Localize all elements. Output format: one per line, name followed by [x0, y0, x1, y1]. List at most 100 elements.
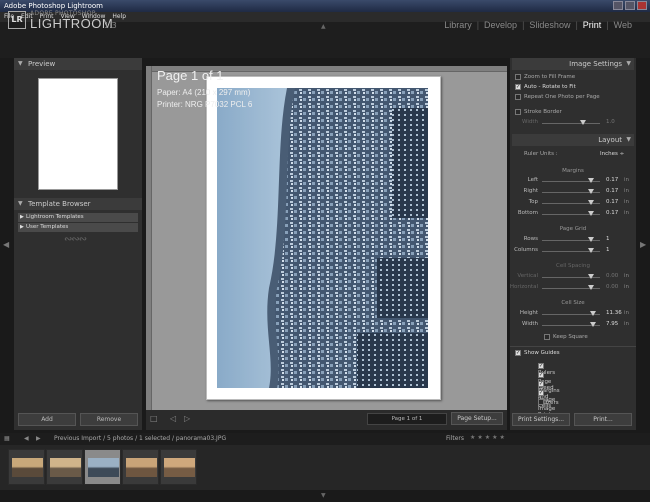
slider-unit: in — [624, 199, 630, 205]
left-panel-toggle-icon[interactable]: ◀ — [3, 240, 9, 249]
slider-unit: in — [624, 310, 630, 316]
module-slideshow[interactable]: Slideshow — [529, 20, 570, 30]
bottom-panel-toggle-icon[interactable]: ▼ — [321, 492, 326, 499]
slider-knob[interactable] — [588, 178, 594, 183]
next-page-icon[interactable]: ▷ — [184, 414, 190, 423]
slider-unit: in — [624, 284, 630, 290]
minimize-button[interactable] — [613, 1, 623, 10]
maximize-button[interactable] — [625, 1, 635, 10]
top-panel-toggle-icon[interactable]: ▲ — [321, 23, 326, 30]
stroke-width-slider[interactable]: Width 1.0 — [510, 119, 636, 128]
slider-knob[interactable] — [588, 285, 594, 290]
slider-value[interactable]: 0.00 — [606, 273, 618, 279]
layout-header[interactable]: Layout ▼ — [512, 134, 634, 146]
filter-stars-icon[interactable]: ★★★★★ — [470, 434, 507, 441]
slider-value[interactable]: 0.00 — [606, 284, 618, 290]
slider-rows[interactable]: Rows 1 — [510, 236, 636, 245]
remove-template-button[interactable]: Remove — [80, 413, 138, 426]
slider-knob[interactable] — [590, 322, 596, 327]
slider-label: Height — [519, 310, 538, 316]
slider-knob[interactable] — [588, 211, 594, 216]
slider-columns[interactable]: Columns 1 — [510, 247, 636, 256]
thumbnail-image — [164, 458, 195, 477]
window-titlebar: Adobe Photoshop Lightroom — [0, 0, 650, 12]
slider-knob[interactable] — [588, 237, 594, 242]
guide-checkbox[interactable]: ✓ — [538, 399, 544, 405]
image-settings-header[interactable]: Image Settings ▼ — [512, 58, 634, 70]
filmstrip-source[interactable]: Previous Import / 5 photos / 1 selected … — [54, 435, 226, 442]
previous-page-icon[interactable]: ◁ — [170, 414, 176, 423]
guide-checkbox[interactable]: ✓ — [538, 381, 544, 387]
thumbnail-image — [88, 458, 119, 477]
slider-value[interactable]: 1 — [606, 236, 610, 242]
slider-knob[interactable] — [588, 189, 594, 194]
filmstrip-thumbnail[interactable] — [8, 449, 45, 485]
slider-horizontal[interactable]: Horizontal 0.00 in — [510, 284, 636, 293]
slider-width[interactable]: Width 7.95 in — [510, 321, 636, 330]
filmstrip-thumbnail[interactable] — [122, 449, 159, 485]
filmstrip-thumbnail[interactable] — [46, 449, 83, 485]
slider-knob[interactable] — [588, 248, 594, 253]
slider-vertical[interactable]: Vertical 0.00 in — [510, 273, 636, 282]
cell-spacing-section-title: Cell Spacing — [556, 263, 590, 269]
module-develop[interactable]: Develop — [484, 20, 517, 30]
guide-checkbox[interactable]: ✓ — [538, 372, 544, 378]
repeat-photo-label: Repeat One Photo per Page — [524, 94, 600, 100]
zoom-to-fill-checkbox[interactable] — [515, 74, 521, 80]
slider-value[interactable]: 1.0 — [606, 119, 615, 125]
filmstrip-thumbnail[interactable] — [160, 449, 197, 485]
menu-help[interactable]: Help — [112, 13, 126, 21]
add-template-button[interactable]: Add — [18, 413, 76, 426]
module-print[interactable]: Print — [583, 20, 602, 30]
slider-height[interactable]: Height 11.36 in — [510, 310, 636, 319]
print-button[interactable]: Print... — [574, 413, 632, 426]
slider-knob[interactable] — [588, 274, 594, 279]
module-library[interactable]: Library — [444, 20, 472, 30]
template-folder-user[interactable]: ▶ User Templates — [18, 223, 138, 232]
expand-arrow-icon[interactable]: ▶ — [20, 224, 24, 230]
auto-rotate-checkbox[interactable]: ✓ — [515, 84, 521, 90]
filmstrip-thumbnail[interactable] — [84, 449, 121, 485]
preview-panel-header[interactable]: ▼ Preview — [14, 58, 142, 70]
paper-size-info: Paper: A4 (210 x 297 mm) — [157, 88, 251, 97]
slider-top[interactable]: Top 0.17 in — [510, 199, 636, 208]
forward-arrow-icon[interactable]: ▶ — [36, 435, 41, 442]
template-folder-lightroom[interactable]: ▶ Lightroom Templates — [18, 213, 138, 222]
collapse-triangle-icon: ▼ — [626, 60, 631, 67]
right-panel-toggle-icon[interactable]: ▶ — [640, 240, 646, 249]
page-setup-button[interactable]: Page Setup... — [451, 412, 503, 425]
print-settings-button[interactable]: Print Settings... — [512, 413, 570, 426]
slider-value[interactable]: 11.36 — [606, 310, 622, 316]
slider-value[interactable]: 0.17 — [606, 199, 618, 205]
toolbar-square-icon[interactable]: □ — [150, 414, 158, 423]
keep-square-checkbox[interactable] — [544, 334, 550, 340]
print-photo[interactable] — [217, 88, 428, 388]
slider-bottom[interactable]: Bottom 0.17 in — [510, 210, 636, 219]
slider-knob[interactable] — [590, 311, 596, 316]
slider-label: Width — [522, 321, 538, 327]
slider-value[interactable]: 1 — [606, 247, 610, 253]
filmstrip-grid-icon[interactable]: ▦ — [4, 435, 10, 442]
stroke-border-checkbox[interactable] — [515, 109, 521, 115]
slider-value[interactable]: 0.17 — [606, 177, 618, 183]
slider-knob[interactable] — [588, 200, 594, 205]
module-separator: | — [606, 20, 609, 30]
slider-value[interactable]: 7.95 — [606, 321, 618, 327]
repeat-photo-checkbox[interactable] — [515, 94, 521, 100]
template-folder-label: User Templates — [26, 224, 69, 230]
show-guides-checkbox[interactable]: ✓ — [515, 350, 521, 356]
guide-checkbox[interactable]: ✓ — [538, 363, 544, 369]
close-button[interactable] — [637, 1, 647, 10]
ruler-units-select[interactable]: Inches ÷ — [600, 151, 624, 157]
slider-value[interactable]: 0.17 — [606, 210, 618, 216]
template-browser-header[interactable]: ▼ Template Browser — [14, 198, 142, 210]
guide-checkbox[interactable]: ✓ — [538, 390, 544, 396]
slider-knob[interactable] — [580, 120, 586, 125]
back-arrow-icon[interactable]: ◀ — [24, 435, 29, 442]
slider-track[interactable] — [542, 123, 600, 124]
slider-left[interactable]: Left 0.17 in — [510, 177, 636, 186]
expand-arrow-icon[interactable]: ▶ — [20, 214, 24, 220]
module-web[interactable]: Web — [614, 20, 632, 30]
slider-right[interactable]: Right 0.17 in — [510, 188, 636, 197]
slider-value[interactable]: 0.17 — [606, 188, 618, 194]
